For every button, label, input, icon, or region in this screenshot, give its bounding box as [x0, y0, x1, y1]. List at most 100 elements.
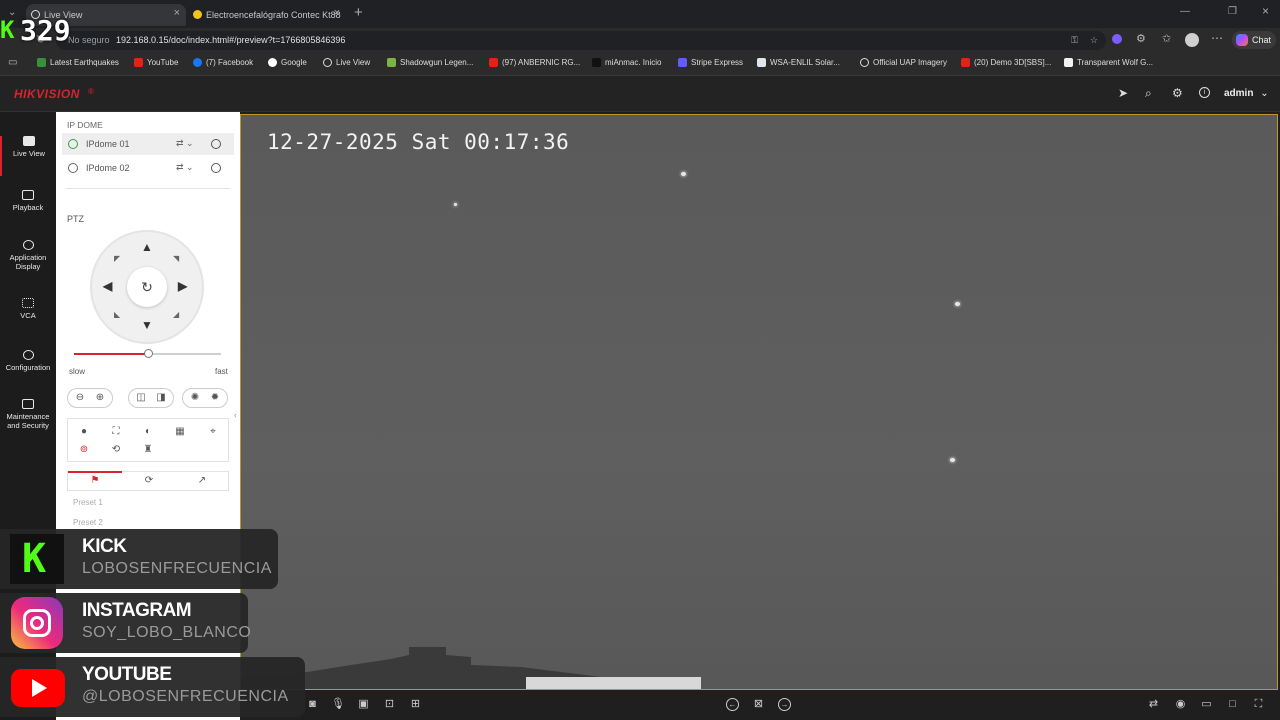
settings-link-icon[interactable]: ⚙	[1172, 86, 1183, 100]
one-touch-icon[interactable]: ♜	[141, 443, 155, 457]
minimize-window-icon[interactable]: —	[1180, 6, 1190, 17]
new-tab-icon[interactable]: +	[354, 4, 363, 21]
window-split-icon[interactable]: □	[1226, 698, 1239, 711]
bookmark-demo-3d[interactable]: (20) Demo 3D[SBS]...	[961, 58, 1051, 67]
zoom-out-icon[interactable]: ⊖	[73, 391, 87, 405]
url-text: 192.168.0.15/doc/index.html#/preview?t=1…	[116, 35, 346, 45]
chat-button[interactable]: Chat	[1232, 31, 1276, 49]
ptz-up-left-button[interactable]: ◤	[114, 254, 120, 263]
focus-near-icon[interactable]: ◫	[134, 391, 148, 405]
nav-live-view[interactable]: Live View	[0, 136, 56, 176]
ptz-down-left-button[interactable]: ◣	[114, 310, 120, 319]
bookmark-youtube[interactable]: YouTube	[134, 58, 178, 67]
ptz-down-button[interactable]: ▼	[141, 318, 153, 332]
puzzle-extensions-icon[interactable]: ⚙	[1136, 32, 1146, 45]
bookmark-uap-imagery[interactable]: Official UAP Imagery	[860, 58, 947, 67]
capture-icon[interactable]: ◙	[306, 698, 319, 711]
close-window-view-icon[interactable]: ⊠	[752, 698, 765, 711]
record-all-icon[interactable]: ◉	[1174, 698, 1187, 711]
bright-point	[454, 203, 457, 206]
device-item-ipdome-02[interactable]: IPdome 02 ⇄ ⌄	[62, 157, 234, 179]
bookmark-wsa-enlil[interactable]: WSA-ENLIL Solar...	[757, 58, 840, 67]
ptz-down-right-button[interactable]: ◢	[173, 310, 179, 319]
close-window-icon[interactable]: ×	[1262, 4, 1269, 18]
stream-select-icon[interactable]: ⇄ ⌄	[176, 138, 194, 149]
restore-window-icon[interactable]: ❐	[1228, 6, 1237, 17]
lens-init-icon[interactable]: ⌖	[206, 425, 220, 439]
maintenance-icon	[22, 399, 34, 409]
manual-tracking-icon[interactable]: ⊚	[77, 443, 91, 457]
close-tab-icon[interactable]: ×	[174, 7, 180, 19]
digital-zoom-icon[interactable]: ⊡	[383, 698, 396, 711]
profile-avatar[interactable]	[1185, 33, 1199, 47]
nav-vca[interactable]: VCA	[0, 298, 56, 320]
bookmark-stripe-express[interactable]: Stripe Express	[678, 58, 743, 67]
device-item-ipdome-01[interactable]: IPdome 01 ⇄ ⌄	[62, 133, 234, 155]
previous-window-icon[interactable]: ←	[726, 698, 739, 711]
reading-list-icon[interactable]: ▭	[8, 57, 17, 68]
record-button[interactable]	[211, 163, 221, 173]
ptz-speed-slider[interactable]	[74, 349, 221, 358]
nav-maintenance-security[interactable]: Maintenance and Security	[0, 399, 56, 430]
collapse-panel-icon[interactable]: ‹	[234, 410, 237, 420]
bookmark-mianmac[interactable]: miAnmac. Inicio	[592, 58, 661, 67]
region-focus-icon[interactable]: ⊞	[409, 698, 422, 711]
stream-select-icon[interactable]: ⇄ ⌄	[176, 162, 194, 173]
grid-layout-icon[interactable]: ▦	[173, 425, 187, 439]
youtube-logo-icon	[11, 669, 65, 707]
ptz-tabs: ⚑ ⟳ ↗	[67, 471, 229, 491]
facebook-icon	[193, 58, 202, 67]
ptz-up-right-button[interactable]: ◥	[173, 254, 179, 263]
record-button[interactable]	[211, 139, 221, 149]
preset-item[interactable]: Preset 1	[73, 498, 103, 507]
info-icon[interactable]: i	[1199, 87, 1210, 98]
star-bookmark-icon[interactable]: ☆	[1090, 31, 1098, 50]
tab-pattern-icon[interactable]: ↗	[195, 474, 209, 488]
tab-electroencefalografo[interactable]: Electroencefalógrafo Contec Kt88 ×	[188, 4, 346, 26]
bookmark-transparent-wolf[interactable]: Transparent Wolf G...	[1064, 58, 1153, 67]
extension-icon[interactable]	[1112, 34, 1122, 44]
nav-application-display[interactable]: Application Display	[0, 240, 56, 271]
nav-configuration[interactable]: Configuration	[0, 350, 56, 372]
preset-item[interactable]: Preset 2	[73, 518, 103, 527]
device-name: IPdome 01	[86, 139, 130, 149]
bookmark-latest-earthquakes[interactable]: Latest Earthquakes	[37, 58, 119, 67]
url-input[interactable]: No seguro 192.168.0.15/doc/index.html#/p…	[56, 31, 1106, 50]
send-icon[interactable]: ➤	[1118, 86, 1128, 100]
zoom-in-icon[interactable]: ⊕	[93, 391, 107, 405]
user-menu[interactable]: admin ⌄	[1224, 88, 1269, 99]
ptz-left-button[interactable]: ◀	[103, 279, 112, 293]
slider-handle[interactable]	[143, 349, 153, 358]
live-video-feed[interactable]: 12-27-2025 Sat 00:17:36	[240, 114, 1278, 690]
record-clip-icon[interactable]: ▣	[357, 698, 370, 711]
social-card-instagram: INSTAGRAM SOY_LOBO_BLANCO	[0, 593, 251, 653]
iris-open-icon[interactable]: ✹	[208, 391, 222, 405]
focus-far-icon[interactable]: ◨	[154, 391, 168, 405]
bookmark-shadowgun[interactable]: Shadowgun Legen...	[387, 58, 473, 67]
auto-focus-icon[interactable]: ⛶	[109, 425, 123, 439]
next-window-icon[interactable]: →	[778, 698, 791, 711]
microphone-icon[interactable]: 🎙	[331, 698, 345, 711]
favorites-icon[interactable]: ✩	[1162, 32, 1171, 45]
iris-close-icon[interactable]: ✺	[188, 391, 202, 405]
nav-playback[interactable]: Playback	[0, 190, 56, 212]
ptz-up-button[interactable]: ▲	[141, 240, 153, 254]
bookmark-facebook[interactable]: (7) Facebook	[193, 58, 253, 67]
park-icon[interactable]: ⟲	[109, 443, 123, 457]
more-menu-icon[interactable]: ⋯	[1211, 31, 1223, 45]
tab-preset-flag-icon[interactable]: ⚑	[88, 474, 102, 488]
ptz-auto-scan-button[interactable]: ↻	[127, 267, 167, 307]
bookmark-google[interactable]: Google	[268, 58, 307, 67]
bookmark-live-view[interactable]: Live View	[323, 58, 370, 67]
wiper-icon[interactable]: ◐	[141, 425, 155, 439]
search-icon[interactable]: ⌕	[1145, 86, 1152, 101]
fullscreen-icon[interactable]: ⛶	[1252, 698, 1265, 711]
key-icon[interactable]: ⚿	[1071, 31, 1078, 50]
bookmark-anbernic[interactable]: (97) ANBERNIC RG...	[489, 58, 580, 67]
tab-patrol-icon[interactable]: ⟳	[142, 474, 156, 488]
close-tab-icon[interactable]: ×	[334, 7, 340, 19]
light-icon[interactable]: ●	[77, 425, 91, 439]
ptz-right-button[interactable]: ▶	[178, 279, 187, 293]
aspect-ratio-icon[interactable]: ▭	[1200, 698, 1213, 711]
stream-type-icon[interactable]: ⇄	[1147, 698, 1160, 711]
